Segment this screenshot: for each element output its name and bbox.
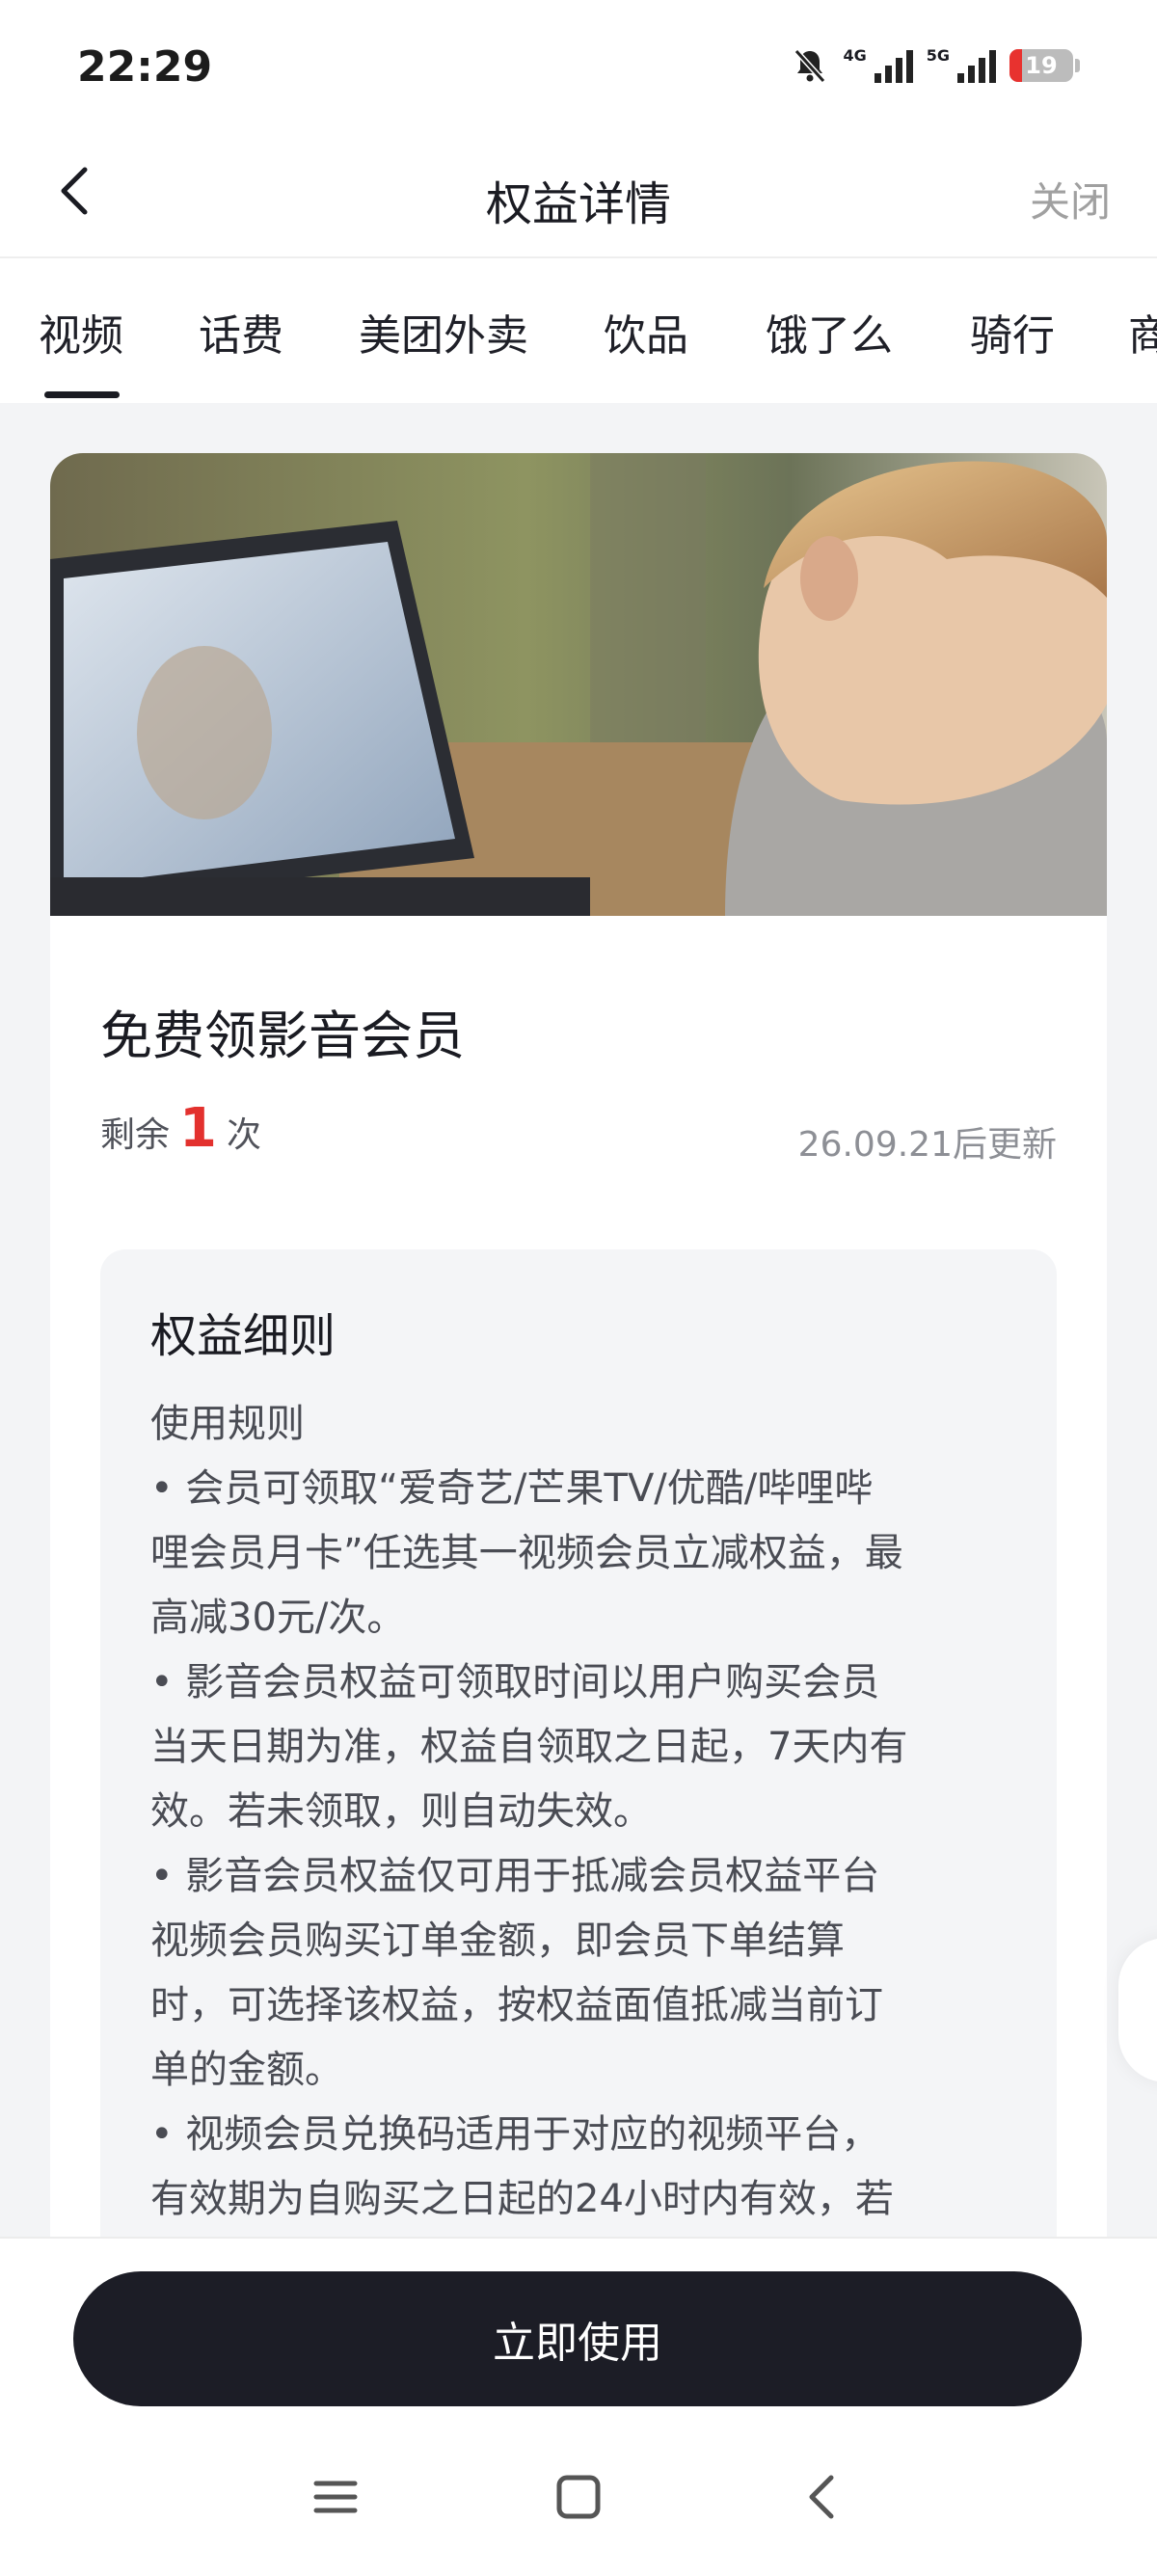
page-title: 权益详情 — [485, 177, 671, 231]
rule-line: 单的金额。 — [150, 2048, 343, 2092]
rule-line: 当天日期为准，权益自领取之日起，7天内有 — [150, 1725, 908, 1769]
network-4g-label: 4G — [843, 46, 867, 65]
rule-line: 时，可选择该权益，按权益面值抵减当前订 — [150, 1983, 883, 2027]
tab-video[interactable]: 视频 — [39, 301, 123, 362]
remaining-prefix: 剩余 — [100, 1115, 171, 1155]
status-icons: 4G 5G 19 — [791, 46, 1080, 85]
tab-more[interactable]: 商 — [1128, 301, 1157, 362]
benefit-card: 免费领影音会员 剩余 1 次 26.09.21后更新 权益细则 使用规则 • 会… — [50, 453, 1107, 2285]
signal-4g-icon — [874, 48, 913, 83]
tab-drinks[interactable]: 饮品 — [604, 301, 688, 362]
rule-line: 效。若未领取，则自动失效。 — [150, 1789, 652, 1834]
back-icon[interactable] — [794, 2468, 852, 2526]
rule-line: 使用规则 — [150, 1402, 305, 1446]
use-now-button[interactable]: 立即使用 — [73, 2271, 1082, 2406]
rule-line: 高减30元/次。 — [150, 1596, 406, 1640]
tab-cycling[interactable]: 骑行 — [970, 301, 1055, 362]
active-tab-indicator — [44, 391, 120, 398]
rule-line: • 视频会员兑换码适用于对应的视频平台， — [150, 2112, 880, 2157]
top-navigation-bar: 权益详情 关闭 — [0, 135, 1157, 258]
rule-line: 有效期为自购买之日起的24小时内有效，若 — [150, 2177, 894, 2221]
remaining-count: 1 — [179, 1097, 217, 1160]
category-tabs: 视频 话费 美团外卖 饮品 饿了么 骑行 商 — [0, 258, 1157, 403]
rules-text: 使用规则 • 会员可领取“爱奇艺/芒果TV/优酷/哔哩哔 哩会员月卡”任选其一视… — [150, 1392, 1007, 2232]
battery-icon: 19 — [1009, 49, 1073, 82]
system-navigation-bar — [0, 2451, 1157, 2547]
rule-line: 哩会员月卡”任选其一视频会员立减权益，最 — [150, 1531, 903, 1575]
rules-heading: 权益细则 — [150, 1309, 336, 1363]
battery-level: 19 — [1025, 52, 1058, 79]
close-button[interactable]: 关闭 — [1030, 170, 1111, 228]
network-5g-label: 5G — [926, 46, 950, 65]
tab-eleme[interactable]: 饿了么 — [766, 301, 893, 362]
menu-icon[interactable] — [307, 2468, 364, 2526]
rule-line: • 会员可领取“爱奇艺/芒果TV/优酷/哔哩哔 — [150, 1466, 874, 1511]
signal-5g-icon — [957, 48, 996, 83]
tab-meituan[interactable]: 美团外卖 — [359, 301, 528, 362]
tab-phone-bill[interactable]: 话费 — [199, 301, 283, 362]
status-time: 22:29 — [77, 42, 213, 92]
remaining-uses: 剩余 1 次 — [100, 1097, 261, 1160]
remaining-suffix: 次 — [226, 1115, 261, 1155]
mute-bell-icon — [794, 48, 826, 84]
bottom-action-bar: 立即使用 — [0, 2237, 1157, 2576]
rules-section: 权益细则 使用规则 • 会员可领取“爱奇艺/芒果TV/优酷/哔哩哔 哩会员月卡”… — [100, 1249, 1057, 2285]
rule-line: 视频会员购买订单金额，即会员下单结算 — [150, 1919, 845, 1963]
hero-image-child-watching-laptop — [50, 453, 1107, 916]
rule-line: • 影音会员权益仅可用于抵减会员权益平台 — [150, 1854, 880, 1898]
rule-line: • 影音会员权益可领取时间以用户购买会员 — [150, 1660, 880, 1704]
update-date: 26.09.21后更新 — [797, 1125, 1057, 1165]
benefit-title: 免费领影音会员 — [100, 1006, 465, 1066]
battery-tip — [1075, 59, 1080, 72]
home-square-icon[interactable] — [550, 2468, 607, 2526]
status-bar: 22:29 4G 5G 19 — [0, 0, 1157, 135]
floating-side-handle[interactable] — [1118, 1938, 1157, 2082]
